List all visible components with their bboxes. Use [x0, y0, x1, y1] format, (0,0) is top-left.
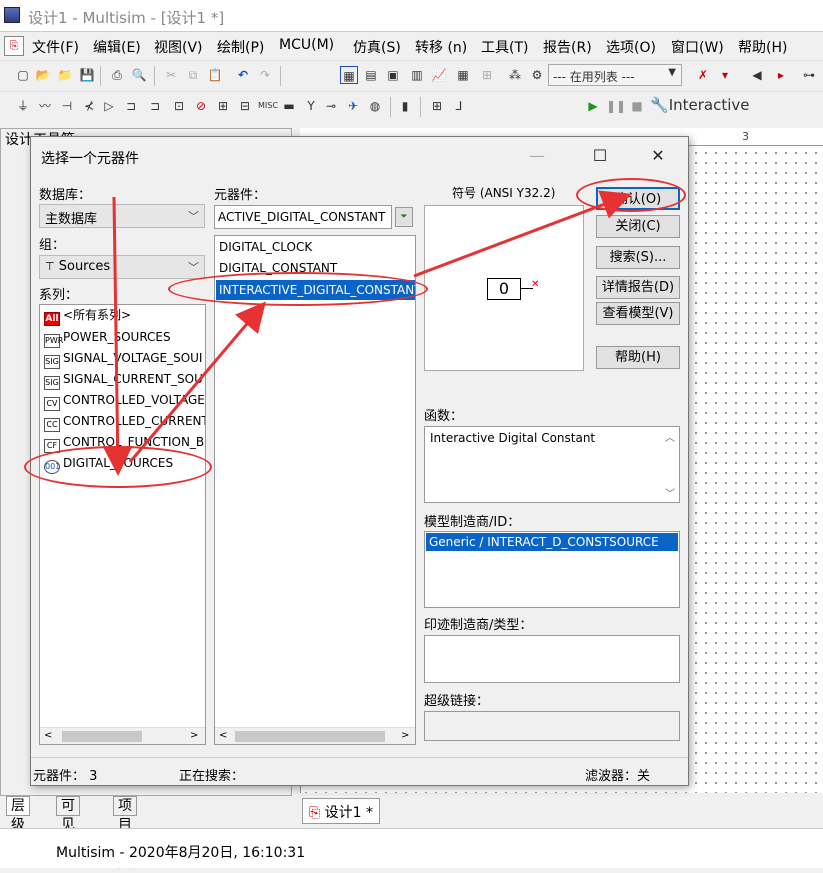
annotation-arrow-to-ok — [413, 190, 632, 278]
annotation-arrow-down — [102, 196, 133, 476]
annotation-arrows — [102, 190, 632, 476]
annotation-arrow-to-component — [128, 301, 266, 463]
